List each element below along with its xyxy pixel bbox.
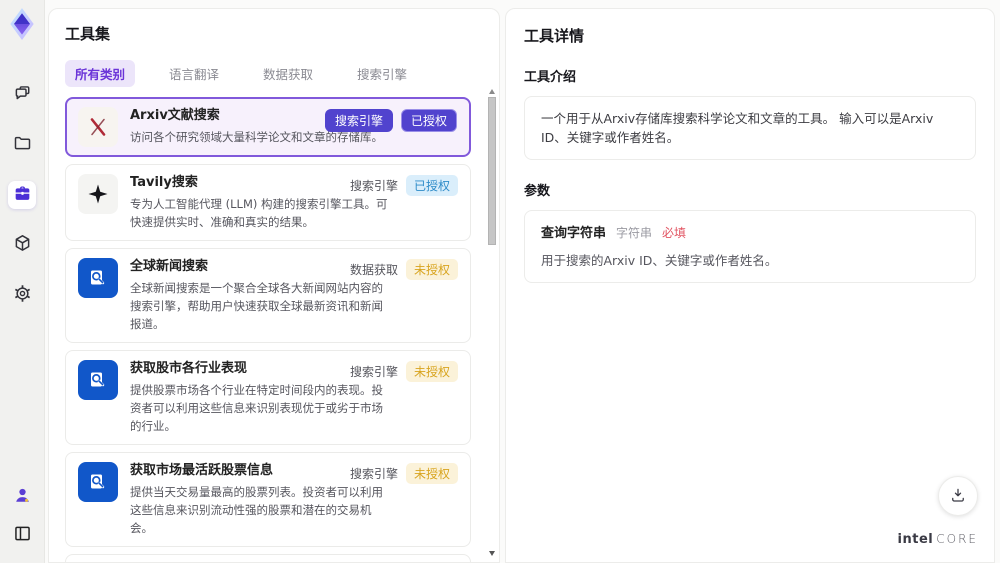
- param-head: 查询字符串 字符串 必填: [541, 223, 959, 243]
- news-search-icon: [78, 258, 118, 298]
- tool-description: 提供当天交易量最高的股票列表。投资者可以利用这些信息来识别流动性强的股票和潜在的…: [130, 485, 383, 535]
- rail-bottom: [8, 483, 36, 549]
- scrollbar-thumb[interactable]: [487, 97, 496, 245]
- param-type: 字符串: [616, 226, 653, 240]
- cube-icon: [12, 233, 33, 257]
- scrollbar-track[interactable]: [487, 97, 496, 548]
- auth-status-badge: 未授权: [405, 361, 458, 382]
- folder-nav-button[interactable]: [8, 131, 36, 159]
- param-description: 用于搜索的Arxiv ID、关键字或作者姓名。: [541, 253, 778, 268]
- settings-nav-button[interactable]: [8, 281, 36, 309]
- tool-details-panel: 工具详情 工具介绍 一个用于从Arxiv存储库搜索科学论文和文章的工具。 输入可…: [505, 8, 995, 563]
- panel-layout-icon: [12, 523, 33, 547]
- tool-description: 专为人工智能代理 (LLM) 构建的搜索引擎工具。可快速提供实时、准确和真实的结…: [130, 197, 388, 229]
- param-name: 查询字符串: [541, 226, 607, 241]
- category-label: 搜索引擎: [349, 467, 398, 481]
- download-button[interactable]: [938, 476, 978, 516]
- tool-badges: 搜索引擎 已授权: [324, 109, 457, 132]
- collapse-panel-button[interactable]: [8, 521, 36, 549]
- tools-nav-button[interactable]: [8, 181, 36, 209]
- intro-box: 一个用于从Arxiv存储库搜索科学论文和文章的工具。 输入可以是Arxiv ID…: [524, 96, 976, 160]
- category-tabs: 所有类别 语言翻译 数据获取 搜索引擎: [65, 60, 485, 87]
- tool-item-arxiv[interactable]: Arxiv文献搜索 访问各个研究领域大量科学论文和文章的存储库。 搜索引擎 已授…: [65, 97, 471, 157]
- tool-badges: 搜索引擎 未授权: [350, 463, 458, 484]
- scrollbar-down-icon[interactable]: [488, 551, 495, 556]
- auth-status-badge[interactable]: 已授权: [400, 109, 457, 132]
- tool-item-global-news[interactable]: 全球新闻搜索 全球新闻搜索是一个聚合全球各大新闻网站内容的搜索引擎，帮助用户快速…: [65, 248, 471, 343]
- category-label: 搜索引擎: [349, 365, 398, 379]
- rail-nav: [8, 81, 36, 309]
- tool-description: 提供股票市场各个行业在特定时间段内的表现。投资者可以利用这些信息来识别表现优于或…: [130, 383, 383, 433]
- tool-list-scrollbar[interactable]: [487, 89, 496, 556]
- tools-panel-title: 工具集: [65, 25, 111, 43]
- details-panel-title: 工具详情: [524, 27, 585, 45]
- tool-item-tavily[interactable]: Tavily搜索 专为人工智能代理 (LLM) 构建的搜索引擎工具。可快速提供实…: [65, 164, 471, 241]
- intro-heading: 工具介绍: [524, 70, 577, 85]
- tab-all-categories[interactable]: 所有类别: [65, 60, 136, 87]
- tool-title: Tavily搜索: [130, 175, 198, 190]
- app-logo: [5, 7, 39, 41]
- tool-item-regional-news[interactable]: 万维地区新闻查询 查询具体行政区划内的新闻，快速了解各地新闻动态。 搜索引擎 未…: [65, 554, 471, 562]
- sparkle-icon: [78, 174, 118, 214]
- user-avatar-button[interactable]: [8, 483, 36, 511]
- tool-badges: 搜索引擎 未授权: [350, 361, 458, 382]
- tool-list: Arxiv文献搜索 访问各个研究领域大量科学论文和文章的存储库。 搜索引擎 已授…: [65, 97, 485, 562]
- arxiv-icon: [78, 107, 118, 147]
- category-label: 数据获取: [349, 263, 398, 277]
- category-label: 搜索引擎: [349, 179, 398, 193]
- core-wordmark: core: [936, 532, 978, 546]
- auth-status-badge: 未授权: [405, 259, 458, 280]
- tool-item-sector-performance[interactable]: 获取股市各行业表现 提供股票市场各个行业在特定时间段内的表现。投资者可以利用这些…: [65, 350, 471, 445]
- tab-data-acquisition[interactable]: 数据获取: [253, 60, 323, 87]
- chat-icon: [12, 83, 33, 107]
- category-badge[interactable]: 搜索引擎: [324, 109, 393, 132]
- gear-icon: [12, 283, 33, 307]
- tool-title: 获取市场最活跃股票信息: [130, 463, 274, 478]
- chat-nav-button[interactable]: [8, 81, 36, 109]
- tool-description: 全球新闻搜索是一个聚合全球各大新闻网站内容的搜索引擎，帮助用户快速获取全球最新资…: [130, 281, 383, 331]
- tab-language-translation[interactable]: 语言翻译: [159, 60, 229, 87]
- auth-status-badge: 未授权: [405, 463, 458, 484]
- tool-badges: 数据获取 未授权: [350, 259, 458, 280]
- user-avatar-icon: [12, 485, 33, 509]
- news-search-icon: [78, 360, 118, 400]
- tool-title: 全球新闻搜索: [130, 259, 209, 274]
- cube-nav-button[interactable]: [8, 231, 36, 259]
- tool-title: 获取股市各行业表现: [130, 361, 248, 376]
- tab-search-engine[interactable]: 搜索引擎: [347, 60, 417, 87]
- param-required-badge: 必填: [662, 226, 687, 240]
- intel-wordmark: intel: [897, 532, 934, 547]
- params-heading: 参数: [524, 184, 551, 199]
- auth-status-badge: 已授权: [405, 175, 458, 196]
- param-box: 查询字符串 字符串 必填 用于搜索的Arxiv ID、关键字或作者姓名。: [524, 210, 976, 283]
- left-rail: [0, 0, 45, 563]
- tool-item-most-active-stocks[interactable]: 获取市场最活跃股票信息 提供当天交易量最高的股票列表。投资者可以利用这些信息来识…: [65, 452, 471, 547]
- intel-core-logo: intel core: [898, 532, 978, 547]
- scrollbar-up-icon[interactable]: [488, 89, 495, 94]
- download-icon: [949, 486, 967, 507]
- tool-badges: 搜索引擎 已授权: [350, 175, 458, 196]
- intro-text: 一个用于从Arxiv存储库搜索科学论文和文章的工具。 输入可以是Arxiv ID…: [541, 111, 934, 145]
- tools-panel: 工具集 所有类别 语言翻译 数据获取 搜索引擎 Arxiv文献搜索 访问各个研究…: [48, 8, 500, 563]
- news-search-icon: [78, 462, 118, 502]
- briefcase-icon: [12, 183, 33, 207]
- folder-icon: [12, 133, 33, 157]
